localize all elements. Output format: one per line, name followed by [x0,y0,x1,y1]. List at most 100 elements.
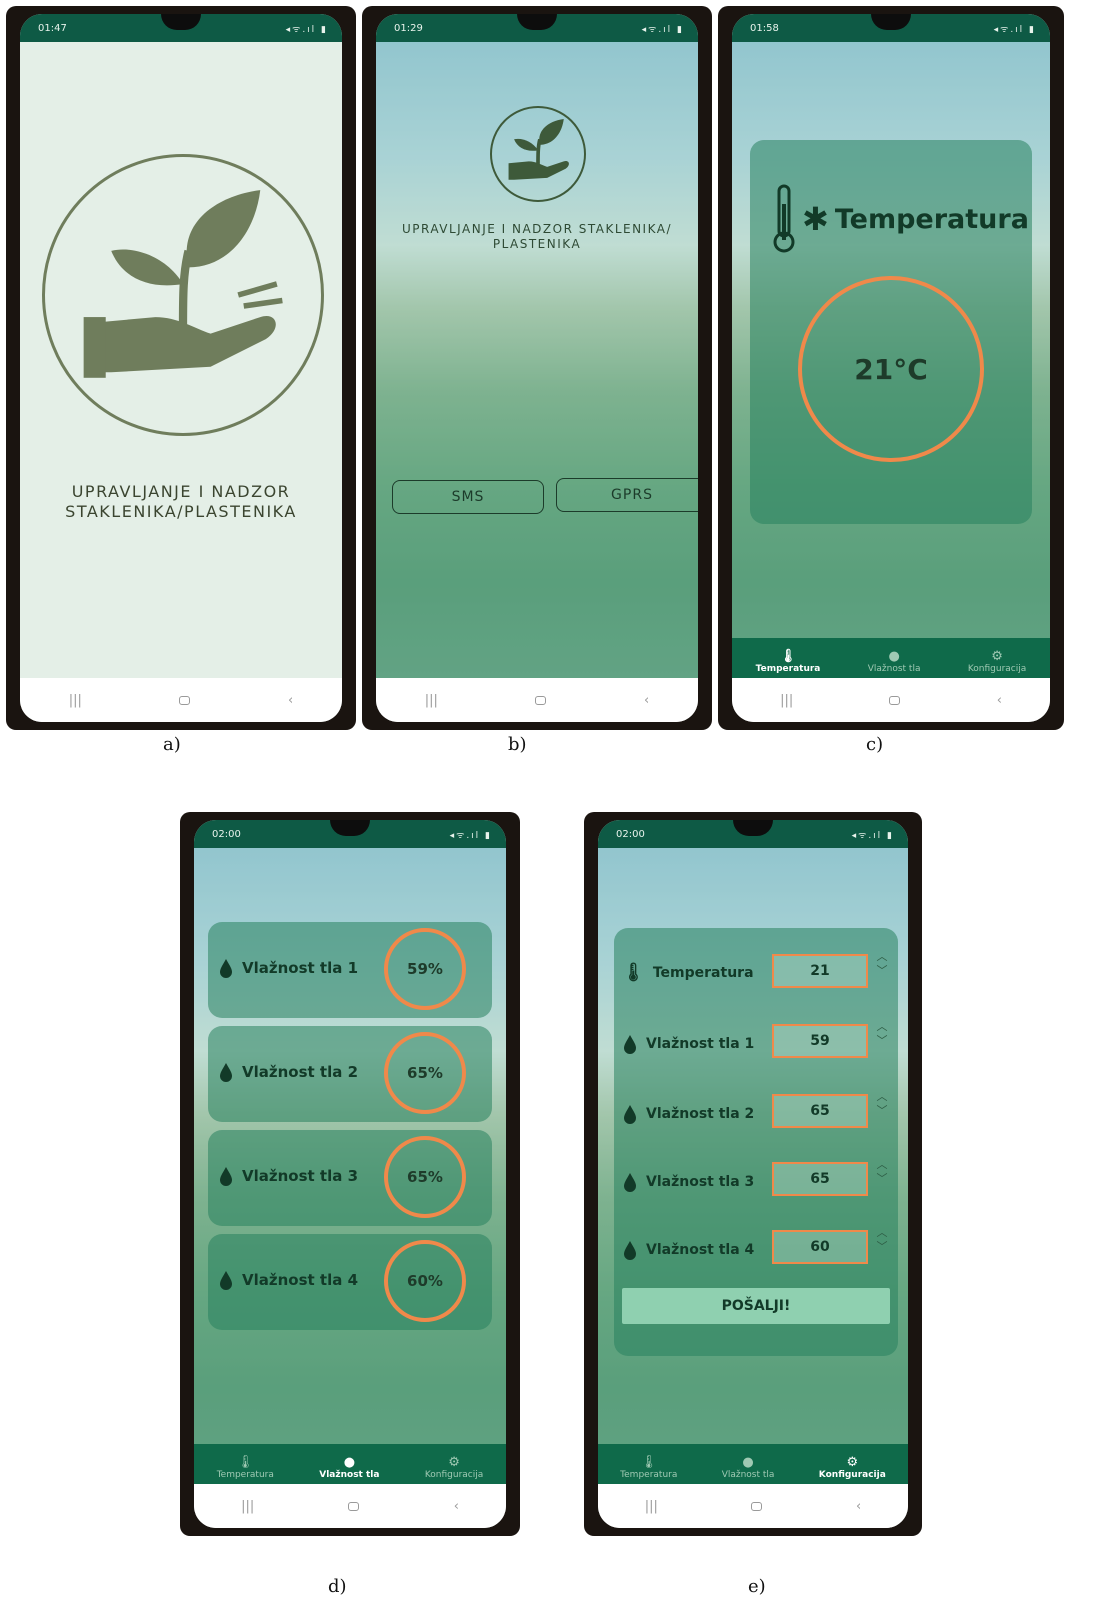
caption-e: e) [748,1576,766,1597]
chevron-down-icon[interactable]: ﹀ [877,1034,888,1048]
drop-icon [220,959,232,978]
chevron-up-icon[interactable]: ︿ [877,1158,888,1172]
tab-temperature[interactable]: 🌡 Temperatura [756,650,821,675]
tab-temperature[interactable]: 🌡 Temperatura [217,1455,274,1481]
drop-icon [624,1035,636,1054]
moisture-4-input[interactable]: 60 [772,1230,868,1264]
config-label-temperature: 🌡 Temperatura [622,962,754,983]
home-button[interactable] [751,1501,763,1511]
thermometer-icon [773,184,795,253]
bottom-tab-bar: 🌡 Temperatura ● Vlažnost tla ⚙ Konfiguracij… [598,1444,908,1484]
back-button[interactable]: ‹ [644,693,649,708]
config-label-moisture-1: Vlažnost tla 1 [622,1034,754,1054]
send-button[interactable]: POŠALJI! [622,1288,890,1324]
tab-temperature[interactable]: 🌡 Temperatura [620,1455,677,1481]
status-icons: ◂ᯤ.ıl ▮ [993,24,1036,35]
home-button[interactable] [889,695,901,705]
temperature-gauge: 21°C [798,276,984,462]
recents-button[interactable]: ||| [425,693,438,708]
snowflake-icon: ✱ [802,200,829,238]
chevron-up-icon[interactable]: ︿ [877,1226,888,1240]
drop-icon: ● [742,1455,754,1470]
system-nav-bar: ||| ‹ [732,678,1050,722]
chevron-down-icon[interactable]: ﹀ [877,1172,888,1186]
drop-icon [220,1167,232,1186]
phone-b: 01:29 ◂ᯤ.ıl ▮ UPRAVLJANJE I NADZOR STAKL… [362,6,712,730]
moisture-label: Vlažnost tla 2 [218,1062,358,1082]
moisture-4-stepper[interactable]: ︿ ﹀ [874,1226,890,1254]
back-button[interactable]: ‹ [997,693,1002,708]
sms-button[interactable]: SMS [392,480,544,514]
drop-icon [624,1105,636,1124]
recents-button[interactable]: ||| [69,693,82,708]
moisture-card-1: Vlažnost tla 1 59% [208,922,492,1018]
moisture-label: Vlažnost tla 1 [218,958,358,978]
tab-moisture[interactable]: ● Vlažnost tla [722,1455,775,1481]
moisture-gauge: 65% [384,1136,466,1218]
drop-icon [220,1271,232,1290]
phone-a: 01:47 ◂ᯤ.ıl ▮ UPRAVLJANJE I NADZOR STAKL… [6,6,356,730]
splash-screen: 01:47 ◂ᯤ.ıl ▮ UPRAVLJANJE I NADZOR STAKL… [20,14,342,722]
home-button[interactable] [348,1501,360,1511]
bottom-tab-bar: 🌡 Temperatura ● Vlažnost tla ⚙ Konfiguracij… [194,1444,506,1484]
tab-config[interactable]: ⚙ Konfiguracija [425,1455,483,1481]
config-label-moisture-2: Vlažnost tla 2 [622,1104,754,1124]
moisture-label: Vlažnost tla 3 [218,1166,358,1186]
temperature-input[interactable]: 21 [772,954,868,988]
system-nav-bar: ||| ‹ [598,1484,908,1528]
caption-d: d) [328,1576,347,1597]
system-nav-bar: ||| ‹ [20,678,342,722]
moisture-2-stepper[interactable]: ︿ ﹀ [874,1090,890,1118]
config-card: 🌡 Temperatura 21 ︿ ﹀ Vlažnost tla 1 59 ︿ ﹀… [614,928,898,1356]
chevron-down-icon[interactable]: ﹀ [877,1240,888,1254]
caption-a: a) [163,734,181,755]
temperature-stepper[interactable]: ︿ ﹀ [874,950,890,978]
temperature-card: ✱ Temperatura 21°C [750,140,1032,524]
recents-button[interactable]: ||| [241,1499,254,1514]
back-button[interactable]: ‹ [454,1499,459,1514]
connection-screen: 01:29 ◂ᯤ.ıl ▮ UPRAVLJANJE I NADZOR STAKL… [376,14,698,722]
system-nav-bar: ||| ‹ [376,678,698,722]
moisture-1-input[interactable]: 59 [772,1024,868,1058]
status-time: 02:00 [616,828,645,840]
system-nav-bar: ||| ‹ [194,1484,506,1528]
home-button[interactable] [535,695,547,705]
gear-icon: ⚙ [448,1455,460,1470]
caption-b: b) [508,734,527,755]
status-time: 01:47 [38,22,67,34]
moisture-card-2: Vlažnost tla 2 65% [208,1026,492,1122]
tab-moisture[interactable]: ● Vlažnost tla [319,1456,379,1481]
recents-button[interactable]: ||| [645,1499,658,1514]
tab-config[interactable]: ⚙ Konfiguracija [819,1456,886,1481]
tab-moisture[interactable]: ● Vlažnost tla [868,649,921,675]
moisture-gauge: 59% [384,928,466,1010]
app-title: UPRAVLJANJE I NADZOR STAKLENIKA/PLASTENI… [65,482,297,521]
status-icons: ◂ᯤ.ıl ▮ [641,24,684,35]
back-button[interactable]: ‹ [288,693,293,708]
chevron-up-icon[interactable]: ︿ [877,1090,888,1104]
gprs-button[interactable]: GPRS [556,478,698,512]
drop-icon: ● [888,649,900,664]
moisture-gauge: 65% [384,1032,466,1114]
moisture-3-stepper[interactable]: ︿ ﹀ [874,1158,890,1186]
moisture-3-input[interactable]: 65 [772,1162,868,1196]
moisture-card-3: Vlažnost tla 3 65% [208,1130,492,1226]
chevron-up-icon[interactable]: ︿ [877,1020,888,1034]
status-icons: ◂ᯤ.ıl ▮ [851,830,894,841]
back-button[interactable]: ‹ [856,1499,861,1514]
recents-button[interactable]: ||| [780,693,793,708]
moisture-2-input[interactable]: 65 [772,1094,868,1128]
moisture-1-stepper[interactable]: ︿ ﹀ [874,1020,890,1048]
temperature-screen: 01:58 ◂ᯤ.ıl ▮ ✱ Temperatura 21°C 🌡 Temper… [732,14,1050,722]
phone-d: 02:00 ◂ᯤ.ıl ▮ Vlažnost tla 1 59% Vlažnos… [180,812,520,1536]
thermometer-icon: 🌡 [640,1455,658,1470]
thermometer-icon: 🌡 [237,1455,254,1470]
drop-icon [220,1063,232,1082]
chevron-down-icon[interactable]: ﹀ [877,1104,888,1118]
tab-config[interactable]: ⚙ Konfiguracija [968,650,1026,675]
chevron-up-icon[interactable]: ︿ [877,950,888,964]
plant-hand-icon [490,106,586,202]
config-label-moisture-4: Vlažnost tla 4 [622,1240,754,1260]
home-button[interactable] [179,695,191,705]
chevron-down-icon[interactable]: ﹀ [877,964,888,978]
